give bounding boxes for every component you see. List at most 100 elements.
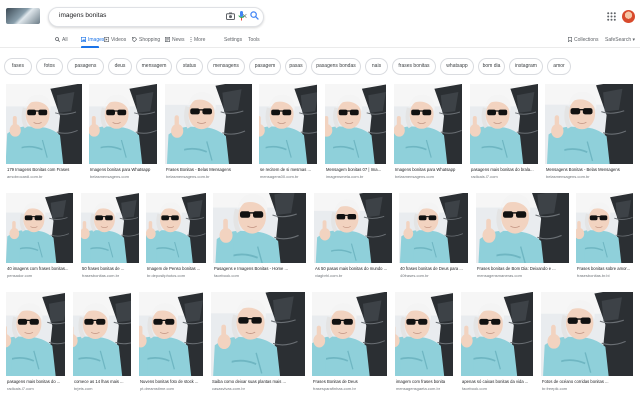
- image-result[interactable]: Frases bonitas sobre amor... frasesbonit…: [576, 193, 633, 283]
- tab-all[interactable]: All: [55, 37, 68, 43]
- result-thumbnail[interactable]: [394, 84, 462, 164]
- result-title[interactable]: Imagem de Penso bonitas ...: [147, 266, 206, 271]
- chip[interactable]: deus: [108, 58, 132, 75]
- result-title[interactable]: 179 Imagens Bonitas com Frases: [7, 167, 82, 172]
- apps-grid-icon[interactable]: [607, 12, 616, 21]
- chip[interactable]: mensagem: [136, 58, 172, 75]
- result-thumbnail[interactable]: [211, 292, 305, 376]
- result-thumbnail[interactable]: [314, 193, 392, 263]
- result-thumbnail[interactable]: [6, 193, 73, 263]
- image-result[interactable]: 50 frases bonitas de ... frasesbonitas.c…: [81, 193, 139, 283]
- image-result[interactable]: 40 frases bonitas de Deus para ... 40fra…: [399, 193, 468, 283]
- result-title[interactable]: Mensagens Bonitas - Belas Mensagens: [546, 167, 633, 172]
- result-title[interactable]: se recitem de si mesmas ...: [260, 167, 317, 172]
- result-thumbnail[interactable]: [89, 84, 157, 164]
- result-title[interactable]: As 50 pasas mais bonitas do mundo ...: [315, 266, 392, 271]
- image-result[interactable]: 40 imagens com frases bonitas... pensado…: [6, 193, 73, 283]
- chip[interactable]: pasagens: [67, 58, 104, 75]
- result-thumbnail[interactable]: [139, 292, 203, 376]
- google-logo[interactable]: [6, 8, 40, 24]
- result-title[interactable]: 40 imagens com frases bonitas...: [7, 266, 73, 271]
- result-title[interactable]: Mensagem bonitas 07 | Ima...: [326, 167, 386, 172]
- chip[interactable]: fotos: [36, 58, 63, 75]
- settings-link[interactable]: Settings: [224, 37, 242, 43]
- image-result[interactable]: Frases bonitas de Bom Dia: Deixando e ..…: [476, 193, 569, 283]
- collections-link[interactable]: Collections: [568, 37, 598, 43]
- result-thumbnail[interactable]: [476, 193, 569, 263]
- image-result[interactable]: As 50 pasas mais bonitas do mundo ... vi…: [314, 193, 392, 283]
- result-title[interactable]: 40 frases bonitas de Deus para ...: [400, 266, 468, 271]
- result-title[interactable]: pasagens mais bonitas do brala...: [471, 167, 538, 172]
- result-thumbnail[interactable]: [325, 84, 386, 164]
- result-thumbnail[interactable]: [312, 292, 387, 376]
- result-thumbnail[interactable]: [545, 84, 633, 164]
- image-result[interactable]: pasagens mais bonitas do ... radicais.l7…: [6, 292, 65, 396]
- chip[interactable]: fases: [4, 58, 32, 75]
- tab-more[interactable]: More: [190, 37, 205, 43]
- image-result[interactable]: Frases Bonitas de Deus frasesparafinhas.…: [312, 292, 387, 396]
- chip[interactable]: pasagem: [249, 58, 281, 75]
- result-thumbnail[interactable]: [165, 84, 252, 164]
- image-result[interactable]: Frases Bonitas - Belas Mensagens belasme…: [165, 84, 252, 184]
- tab-news[interactable]: News: [165, 37, 185, 43]
- chip[interactable]: whatsapp: [440, 58, 474, 75]
- image-result[interactable]: pasagens mais bonitas do brala... radica…: [470, 84, 538, 184]
- tab-images[interactable]: Images: [81, 37, 104, 43]
- chip[interactable]: instagram: [509, 58, 543, 75]
- result-thumbnail[interactable]: [461, 292, 533, 376]
- result-thumbnail[interactable]: [470, 84, 538, 164]
- chip[interactable]: frases bonitas: [392, 58, 436, 75]
- image-result[interactable]: se recitem de si mesmas ... mensagens00.…: [259, 84, 317, 184]
- result-title[interactable]: Imagens bonitas para Whatsapp: [395, 167, 462, 172]
- result-title[interactable]: pasagens mais bonitas do ...: [7, 379, 65, 384]
- image-result[interactable]: Imagens bonitas para Whatsapp belasmensa…: [394, 84, 462, 184]
- result-title[interactable]: Imagens bonitas para Whatsapp: [90, 167, 157, 172]
- image-result[interactable]: comece as 14 lhas mais ... brjets.com: [73, 292, 131, 396]
- camera-icon[interactable]: [226, 12, 235, 20]
- result-title[interactable]: Frases bonitas sobre amor...: [577, 266, 633, 271]
- result-thumbnail[interactable]: [146, 193, 206, 263]
- result-thumbnail[interactable]: [6, 84, 82, 164]
- image-result[interactable]: Mensagem bonitas 07 | Ima... imagensmeta…: [325, 84, 386, 184]
- chip[interactable]: pasas: [285, 58, 307, 75]
- image-result[interactable]: Mensagens Bonitas - Belas Mensagens bela…: [545, 84, 633, 184]
- tools-link[interactable]: Tools: [248, 37, 260, 43]
- result-thumbnail[interactable]: [6, 292, 65, 376]
- result-title[interactable]: comece as 14 lhas mais ...: [74, 379, 131, 384]
- tab-shopping[interactable]: Shopping: [132, 37, 160, 43]
- image-result[interactable]: 179 Imagens Bonitas com Frases amobrocar…: [6, 84, 82, 184]
- result-thumbnail[interactable]: [213, 193, 306, 263]
- image-result[interactable]: Nuvens bonitas foto de stock ... pt.drea…: [139, 292, 203, 396]
- mic-icon[interactable]: [238, 11, 245, 21]
- search-input[interactable]: imagens bonitas: [59, 12, 106, 19]
- result-title[interactable]: Nuvens bonitas foto de stock ...: [140, 379, 203, 384]
- result-title[interactable]: Frases bonitas de Bom Dia: Deixando e ..…: [477, 266, 569, 271]
- result-thumbnail[interactable]: [395, 292, 453, 376]
- chip[interactable]: pasagens bondas: [311, 58, 361, 75]
- chip[interactable]: bom dia: [478, 58, 505, 75]
- result-thumbnail[interactable]: [73, 292, 131, 376]
- result-title[interactable]: 50 frases bonitas de ...: [82, 266, 139, 271]
- image-result[interactable]: Pasagens e Imagens Bonitas - Home ... fa…: [213, 193, 306, 283]
- result-title[interactable]: Saiba como deixar suas plantas mais ...: [212, 379, 305, 384]
- result-thumbnail[interactable]: [259, 84, 317, 164]
- image-result[interactable]: Imagens bonitas para Whatsapp belasmensa…: [89, 84, 157, 184]
- avatar[interactable]: [622, 10, 635, 23]
- result-title[interactable]: Frases Bonitas de Deus: [313, 379, 387, 384]
- chip[interactable]: nais: [365, 58, 388, 75]
- result-title[interactable]: Frases Bonitas - Belas Mensagens: [166, 167, 252, 172]
- result-thumbnail[interactable]: [576, 193, 633, 263]
- image-result[interactable]: Imagem de Penso bonitas ... br.depositph…: [146, 193, 206, 283]
- result-thumbnail[interactable]: [541, 292, 633, 376]
- safesearch-dropdown[interactable]: SafeSearch ▾: [605, 37, 635, 43]
- image-result[interactable]: apenas só caixas bonitas da vida ... fac…: [461, 292, 533, 396]
- search-icon[interactable]: [250, 11, 259, 20]
- image-result[interactable]: Fotos de océano corridas bonitas ... br.…: [541, 292, 633, 396]
- result-thumbnail[interactable]: [81, 193, 139, 263]
- image-result[interactable]: imagem com frases bonita mensagensgaeta.…: [395, 292, 453, 396]
- result-title[interactable]: Pasagens e Imagens Bonitas - Home ...: [214, 266, 306, 271]
- chip[interactable]: mensagens: [207, 58, 245, 75]
- result-thumbnail[interactable]: [399, 193, 468, 263]
- chip[interactable]: status: [176, 58, 203, 75]
- chip[interactable]: amor: [547, 58, 571, 75]
